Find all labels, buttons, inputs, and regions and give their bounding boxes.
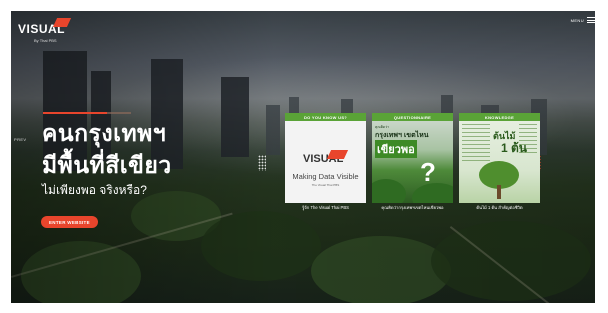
hero-headline-line1: คนกรุงเทพฯ: [42, 120, 167, 146]
card-caption: คุณคิดว่ากรุงเทพฯเขตไหนเขียวพอ: [381, 205, 444, 210]
card-image: VISUAL Making Data Visible The Visual Th…: [285, 121, 366, 203]
enter-website-button[interactable]: ENTER WEBSITE: [41, 216, 98, 228]
card-knowledge[interactable]: KNOWLEDGE ต้นไม้ 1 ต้น ต้นไม้ 1 ต้น สำคั…: [459, 113, 540, 218]
card-big-text: เขียวพอ: [375, 140, 417, 158]
card-caption: รู้จัก The Visual Thai PBS: [302, 205, 349, 210]
tree-trunk: [497, 185, 501, 199]
card-do-you-know-us[interactable]: DO YOU KNOW US? VISUAL Making Data Visib…: [285, 113, 366, 218]
logo-subtitle: By Thai PBS: [34, 38, 57, 43]
card-header: DO YOU KNOW US?: [285, 113, 366, 121]
card-image: คุณคิดว่า กรุงเทพฯ เขตไหน เขียวพอ ?: [372, 121, 453, 203]
card-image: ต้นไม้ 1 ต้น: [459, 121, 540, 203]
hamburger-icon: [587, 17, 596, 23]
card-headline: Making Data Visible: [292, 172, 359, 181]
card-caption: ต้นไม้ 1 ต้น สำคัญต่อชีวิต: [476, 205, 523, 210]
card-header: KNOWLEDGE: [459, 113, 540, 121]
card-subline: The Visual Thai PBS: [311, 183, 340, 187]
hero-headline-line2: มีพื้นที่สีเขียว: [42, 152, 172, 178]
hero-subheadline: ไม่เพียงพอ จริงหรือ?: [42, 183, 147, 197]
prev-button[interactable]: PREV: [14, 137, 27, 142]
question-mark-icon: ?: [420, 157, 436, 187]
visual-logo[interactable]: VISUAL By Thai PBS: [18, 18, 72, 43]
accent-line: [43, 112, 107, 114]
accent-line-fade: [107, 112, 131, 114]
menu-button[interactable]: MENU: [571, 17, 596, 23]
card-header: QUESTIONNAIRE: [372, 113, 453, 121]
card-logo-mark-icon: [326, 150, 349, 159]
card-number: 1 ต้น: [501, 141, 528, 155]
carousel-prev-dots-icon[interactable]: [258, 155, 266, 171]
menu-label: MENU: [570, 17, 584, 23]
card-questionnaire[interactable]: QUESTIONNAIRE คุณคิดว่า กรุงเทพฯ เขตไหน …: [372, 113, 453, 218]
